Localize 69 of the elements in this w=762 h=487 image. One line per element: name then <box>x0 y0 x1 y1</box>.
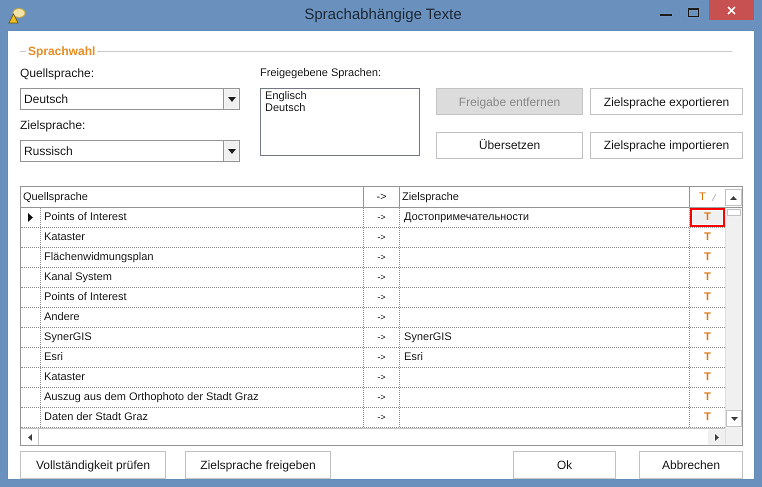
down-arrow-icon <box>730 416 738 420</box>
list-item[interactable]: Deutsch <box>265 102 415 114</box>
scroll-thumb[interactable] <box>727 209 741 216</box>
table-cell-text: -> <box>377 370 386 384</box>
table-cell-text: SynerGIS <box>404 330 452 346</box>
table-row[interactable]: Andere -> T <box>21 308 725 328</box>
table-cell-text: Kataster <box>44 370 85 386</box>
maximize-icon[interactable] <box>688 8 699 17</box>
field-label: Quellsprache: <box>20 66 96 80</box>
table-cell-text: -> <box>377 350 386 364</box>
row-pointer-icon <box>28 213 33 222</box>
table-cell-text: SynerGIS <box>44 330 92 346</box>
table-cell-text: Daten der Stadt Graz <box>44 410 148 426</box>
action-button[interactable]: Zielsprache exportieren <box>590 88 743 115</box>
dialog-button[interactable]: Zielsprache freigeben <box>185 451 331 479</box>
field-label: Zielsprache: <box>20 118 86 132</box>
field-label: Freigegebene Sprachen: <box>260 66 382 80</box>
table-row[interactable]: Esri -> Esri T <box>21 348 725 368</box>
table-row[interactable]: Auszug aus dem Orthophoto der Stadt Graz -> T <box>21 388 725 408</box>
table-cell-text: Esri <box>44 350 63 366</box>
action-button[interactable]: Zielsprache importieren <box>590 132 743 158</box>
sort-icon <box>712 194 716 200</box>
close-icon <box>727 6 736 14</box>
table-cell-text: Достопримечательности <box>404 210 530 226</box>
table-cell-text: -> <box>377 390 386 404</box>
table-cell-text: -> <box>377 230 386 244</box>
table-cell-text: -> <box>377 210 386 224</box>
table-cell-text: -> <box>377 250 386 264</box>
table-cell-text: -> <box>377 290 386 304</box>
table-cell-text: Points of Interest <box>44 210 127 226</box>
table-cell-text: -> <box>377 270 386 284</box>
table-cell-text: Esri <box>404 350 423 366</box>
table-row[interactable]: Points of Interest -> Достопримечательности T <box>21 208 725 228</box>
up-arrow-icon <box>730 196 737 200</box>
dropdown[interactable]: Deutsch <box>20 88 240 110</box>
table-row[interactable]: Kanal System -> T <box>21 268 725 288</box>
column-header[interactable]: -> <box>364 187 400 207</box>
close-button[interactable] <box>709 0 754 20</box>
dialog-button[interactable]: Abbrechen <box>639 451 743 479</box>
table-row[interactable]: Kataster -> T <box>21 368 725 388</box>
column-header[interactable]: Zielsprache <box>400 187 690 207</box>
left-arrow-icon <box>28 434 32 440</box>
table-cell-text: Points of Interest <box>44 290 127 306</box>
list-item[interactable]: Englisch <box>265 90 415 102</box>
column-header[interactable]: Quellsprache <box>21 187 364 207</box>
scroll-up-button[interactable] <box>725 189 742 206</box>
group-title: Sprachwahl <box>27 43 96 60</box>
scroll-down-button[interactable] <box>726 410 742 427</box>
table-cell-text: -> <box>377 330 386 344</box>
table-cell-text: Kanal System <box>44 270 112 286</box>
table-row[interactable]: SynerGIS -> SynerGIS T <box>21 328 725 348</box>
table-row[interactable]: Kataster -> T <box>21 228 725 248</box>
table-cell-text: -> <box>377 310 386 324</box>
table-cell-text: Kataster <box>44 230 85 246</box>
table-row[interactable]: Flächenwidmungsplan -> T <box>21 248 725 268</box>
dialog-button[interactable]: Vollständigkeit prüfen <box>20 451 166 479</box>
dropdown[interactable]: Russisch <box>20 140 240 162</box>
list-box[interactable]: Englisch Deutsch <box>260 88 420 156</box>
table-cell-text: Auszug aus dem Orthophoto der Stadt Graz <box>44 390 259 406</box>
right-arrow-icon <box>714 434 718 440</box>
action-button[interactable]: Übersetzen <box>436 132 583 158</box>
scroll-left-button[interactable] <box>21 429 39 445</box>
table-cell-text: Andere <box>44 310 80 326</box>
app-icon <box>8 6 26 24</box>
window-title: Sprachabhängige Texte <box>304 5 462 26</box>
table-cell-text: Flächenwidmungsplan <box>44 250 154 266</box>
table-row[interactable]: Points of Interest -> T <box>21 288 725 308</box>
table-cell-text: -> <box>377 410 386 424</box>
dialog-button[interactable]: Ok <box>513 451 616 479</box>
